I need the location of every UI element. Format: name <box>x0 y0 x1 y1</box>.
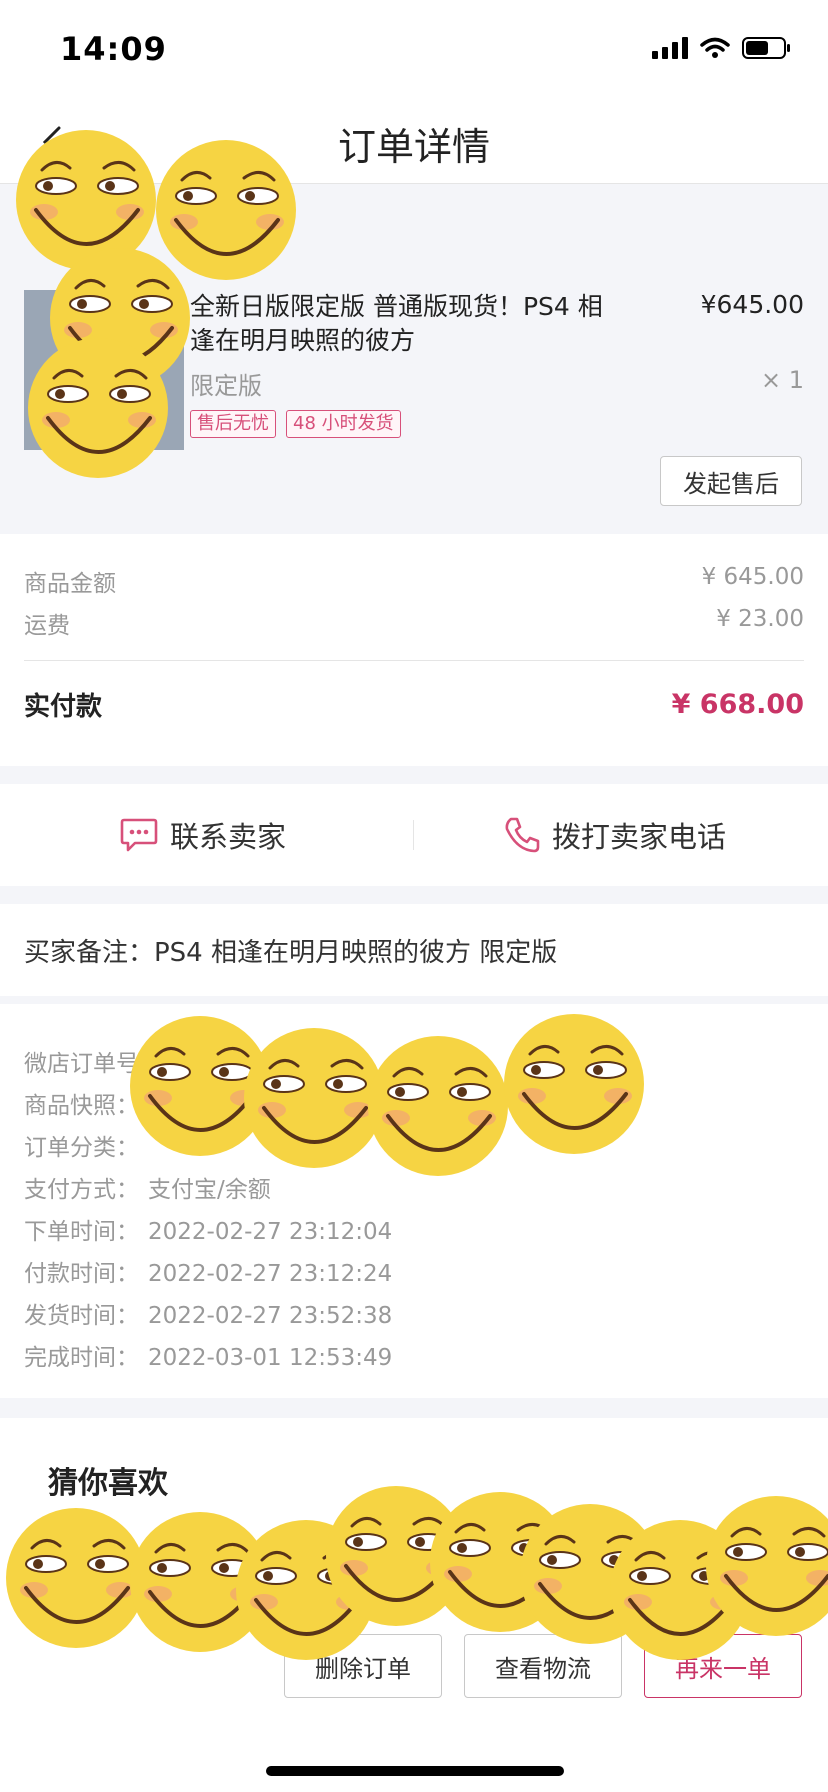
wifi-icon <box>700 37 730 59</box>
contact-seller-button[interactable]: 联系卖家 <box>120 784 286 886</box>
nav-bar: 订单详情 <box>0 100 828 184</box>
goods-amount-label: 商品金额 <box>24 571 116 597</box>
info-label: 发货时间： <box>24 1303 139 1329</box>
page-title: 订单详情 <box>337 125 490 169</box>
info-row-payment: 支付方式： 支付宝/余额 <box>24 1170 271 1204</box>
info-row-snapshot[interactable]: 商品快照： <box>24 1086 148 1120</box>
info-row-order-time: 下单时间： 2022-02-27 23:12:04 <box>24 1212 392 1246</box>
goods-amount-row: 商品金额 ¥ 645.00 <box>24 564 804 598</box>
info-row-category: 订单分类： <box>24 1128 148 1162</box>
buyer-remark-card: 买家备注：PS4 相逢在明月映照的彼方 限定版 <box>0 904 828 996</box>
paid-label: 实付款 <box>24 692 103 722</box>
info-row-pay-time: 付款时间： 2022-02-27 23:12:24 <box>24 1254 392 1288</box>
reorder-button[interactable]: 再来一单 <box>644 1634 802 1698</box>
info-row-complete-time: 完成时间： 2022-03-01 12:53:49 <box>24 1338 392 1372</box>
info-row-ship-time: 发货时间： 2022-02-27 23:52:38 <box>24 1296 392 1330</box>
goods-amount-value: ¥ 645.00 <box>701 564 804 590</box>
info-value: 2022-03-01 12:53:49 <box>148 1345 393 1371</box>
info-value: 2022-02-27 23:12:04 <box>148 1219 393 1245</box>
info-label: 付款时间： <box>24 1261 139 1287</box>
call-seller-label: 拨打卖家电话 <box>552 820 727 854</box>
product-card[interactable]: 全新日版限定版 普通版现货！PS4 相逢在明月映照的彼方 ¥645.00 限定版… <box>0 262 828 530</box>
amount-card: 商品金额 ¥ 645.00 运费 ¥ 23.00 实付款 ¥ 668.00 <box>0 534 828 766</box>
info-row-order-no: 微店订单号 <box>24 1044 148 1078</box>
info-label: 支付方式： <box>24 1177 139 1203</box>
chat-bubble-icon <box>120 818 158 852</box>
divider <box>24 660 804 661</box>
info-label: 下单时间： <box>24 1219 139 1245</box>
paid-value: ¥ 668.00 <box>671 689 804 720</box>
status-time: 14:09 <box>60 30 167 68</box>
product-quantity: × 1 <box>760 366 804 394</box>
home-indicator <box>266 1766 564 1776</box>
battery-icon <box>742 36 792 60</box>
product-price: ¥645.00 <box>700 290 804 319</box>
aftersale-button[interactable]: 发起售后 <box>660 456 802 506</box>
tag-shipping: 48 小时发货 <box>286 410 401 438</box>
product-thumbnail[interactable] <box>24 290 184 450</box>
product-title: 全新日版限定版 普通版现货！PS4 相逢在明月映照的彼方 <box>190 292 603 355</box>
info-value: 2022-02-27 23:52:38 <box>148 1303 393 1329</box>
info-value: 2022-02-27 23:12:24 <box>148 1261 393 1287</box>
shipping-value: ¥ 23.00 <box>716 606 804 632</box>
product-tags: 售后无忧 48 小时发货 <box>190 410 401 438</box>
call-seller-button[interactable]: 拨打卖家电话 <box>504 784 726 886</box>
view-logistics-button[interactable]: 查看物流 <box>464 1634 622 1698</box>
info-value: 支付宝/余额 <box>148 1177 271 1203</box>
tag-aftersale: 售后无忧 <box>190 410 276 438</box>
shipping-row: 运费 ¥ 23.00 <box>24 606 804 640</box>
signal-icon <box>652 37 688 59</box>
info-label: 完成时间： <box>24 1345 139 1371</box>
bottom-action-bar: 删除订单 查看物流 再来一单 <box>0 1610 828 1792</box>
delete-order-button[interactable]: 删除订单 <box>284 1634 442 1698</box>
phone-icon <box>505 817 540 853</box>
shipping-label: 运费 <box>24 613 70 639</box>
info-label: 商品快照： <box>24 1093 139 1119</box>
paid-row: 实付款 ¥ 668.00 <box>24 686 804 723</box>
status-icons <box>652 36 792 60</box>
order-info-card: 微店订单号 商品快照： 订单分类： 支付方式： 支付宝/余额 下单时间： 2022-… <box>0 1004 828 1398</box>
product-spec: 限定版 <box>190 372 262 400</box>
info-label: 微店订单号 <box>24 1051 139 1077</box>
contact-card: 联系卖家 拨打卖家电话 <box>0 784 828 886</box>
recommend-title: 猜你喜欢 <box>48 1466 168 1501</box>
info-label: 订单分类： <box>24 1135 139 1161</box>
status-bar: 14:09 <box>0 0 828 100</box>
contact-seller-label: 联系卖家 <box>170 820 287 854</box>
buyer-remark: 买家备注：PS4 相逢在明月映照的彼方 限定版 <box>24 938 558 968</box>
contact-separator <box>413 820 414 850</box>
